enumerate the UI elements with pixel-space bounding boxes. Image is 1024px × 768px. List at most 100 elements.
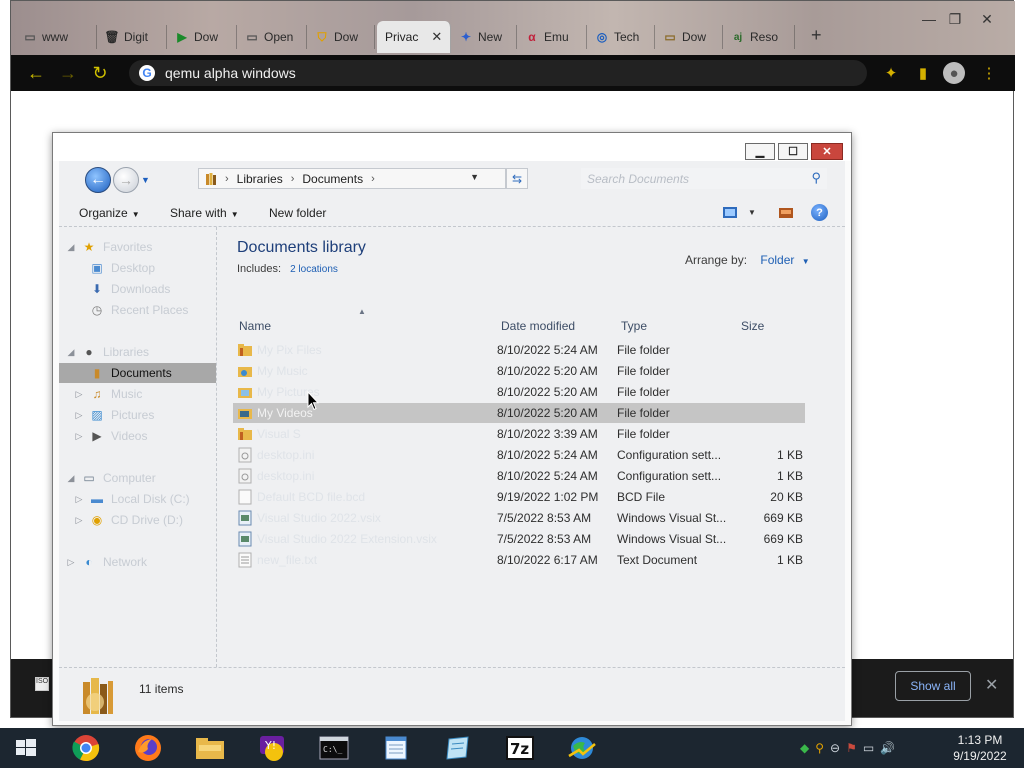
yahoo-messenger-icon[interactable]: Y! [256,732,288,764]
tab-10[interactable]: ▭ Dow [655,25,723,49]
nav-item-documents[interactable]: ▮ Documents [59,363,216,383]
back-arrow-icon[interactable]: ← [25,63,47,83]
nav-item-computer[interactable]: ◢ ▭ Computer [59,468,216,488]
tab-3[interactable]: ▶ Dow [167,25,237,49]
nav-item-libraries[interactable]: ◢ ● Libraries [59,342,216,362]
refresh-icon[interactable]: ⇆ [506,168,528,189]
tab-4[interactable]: ▭ Open [237,25,307,49]
show-all-button[interactable]: Show all [895,671,971,701]
file-row[interactable]: Default BCD file.bcd 9/19/2022 1:02 PM BCD… [233,487,805,507]
file-row[interactable]: Visual Studio 2022.vsix 7/5/2022 8:53 AM W… [233,508,805,528]
column-type[interactable]: Type [621,319,647,333]
side-panel-icon[interactable]: ▮ [913,63,933,83]
chevron-right-icon[interactable]: › [291,173,295,185]
preview-pane-icon[interactable] [777,204,795,221]
network-globe-icon[interactable] [566,732,598,764]
search-input[interactable]: Search Documents ⚲ [581,168,827,189]
network-icon[interactable]: ◆ [800,741,809,755]
firefox-icon[interactable] [132,732,164,764]
minimize-button[interactable]: ▁ [745,143,775,160]
file-row[interactable]: My Music 8/10/2022 5:20 AM File folder [233,361,805,381]
nav-item-music[interactable]: ▷ ♫ Music [59,384,216,404]
nav-item-videos[interactable]: ▷ ▶ Videos [59,426,216,446]
chevron-down-icon[interactable]: ▼ [470,172,479,182]
display-icon[interactable]: ▭ [863,741,874,755]
collapse-icon[interactable]: ◢ [65,347,77,358]
expand-icon[interactable]: ▷ [73,494,85,505]
arrange-by-dropdown[interactable]: Folder [760,253,794,267]
omnibox[interactable]: G qemu alpha windows [129,60,867,86]
column-name[interactable]: Name [239,319,271,333]
file-row[interactable]: Visual Studio 2022 Extension.vsix 7/5/202… [233,529,805,549]
file-row[interactable]: Visual S 8/10/2022 3:39 AM File folder [233,424,805,444]
close-button[interactable]: ✕ [811,143,843,160]
tab-9[interactable]: ◎ Tech [587,25,655,49]
address-bar[interactable]: › Libraries › Documents › ▼ [198,168,506,189]
cmd-icon[interactable]: C:\_ [318,732,350,764]
reload-icon[interactable]: ↻ [89,63,111,83]
tab-11[interactable]: aj Reso [723,25,795,49]
expand-icon[interactable]: ▷ [73,389,85,400]
wordpad-icon[interactable] [442,732,474,764]
expand-icon[interactable]: ▷ [65,557,77,568]
nav-item-network[interactable]: ▷ ◐ Network [59,552,216,572]
chrome-icon[interactable] [70,732,102,764]
share-with-button[interactable]: Share with ▼ [170,206,239,220]
search-icon[interactable]: ⚲ [811,170,821,186]
help-icon[interactable]: ? [811,204,828,221]
tab-2[interactable]: 🗑 Digit [97,25,167,49]
explorer-icon[interactable] [194,732,226,764]
7zip-icon[interactable]: 7z [504,732,536,764]
close-window-icon[interactable]: ✕ [977,11,997,27]
history-dropdown-icon[interactable]: ▼ [141,175,150,185]
search-icon[interactable]: ⚲ [815,741,824,755]
breadcrumb-documents[interactable]: Documents [302,172,363,186]
forward-arrow-icon[interactable]: → [57,63,79,83]
back-button[interactable]: ← [85,167,111,193]
new-folder-button[interactable]: New folder [269,206,326,220]
nav-item-desktop[interactable]: ▣ Desktop [59,258,216,278]
extensions-icon[interactable]: ✦ [881,63,901,83]
minimize-icon[interactable]: — [919,11,939,27]
file-row[interactable]: desktop.ini 8/10/2022 5:24 AM Configuratio… [233,466,805,486]
close-icon[interactable]: ✕ [985,675,998,695]
locations-link[interactable]: 2 locations [290,264,338,275]
column-size[interactable]: Size [741,319,764,333]
volume-icon[interactable]: 🔊 [880,741,895,755]
tab-1[interactable]: ▭ www [15,25,97,49]
clock[interactable]: 1:13 PM 9/19/2022 [948,732,1012,764]
maximize-button[interactable]: ☐ [778,143,808,160]
new-tab-button[interactable]: + [811,25,822,46]
breadcrumb-libraries[interactable]: Libraries [237,172,283,186]
nav-item-pictures[interactable]: ▷ ▨ Pictures [59,405,216,425]
expand-icon[interactable]: ▷ [73,515,85,526]
flag-icon[interactable]: ⚑ [846,741,857,755]
expand-icon[interactable]: ▷ [73,410,85,421]
nav-item-cd-drive-d[interactable]: ▷ ◉ CD Drive (D:) [59,510,216,530]
file-row[interactable]: new_file.txt 8/10/2022 6:17 AM Text Docume… [233,550,805,570]
column-date-modified[interactable]: Date modified [501,319,575,333]
view-icon[interactable] [721,204,739,221]
nav-item-local-disk-c[interactable]: ▷ ▬ Local Disk (C:) [59,489,216,509]
tab-5[interactable]: ⛉ Dow [307,25,375,49]
nav-item-recent-places[interactable]: ◷ Recent Places [59,300,216,320]
expand-icon[interactable]: ▷ [73,431,85,442]
status-icon[interactable]: ⊖ [830,741,840,755]
file-row[interactable]: desktop.ini 8/10/2022 5:24 AM Configuratio… [233,445,805,465]
start-icon[interactable] [10,732,42,764]
menu-icon[interactable]: ⋮ [979,63,999,83]
organize-button[interactable]: Organize ▼ [79,206,140,220]
profile-avatar-icon[interactable]: ● [943,62,965,84]
nav-item-favorites[interactable]: ◢ ★ Favorites [59,237,216,257]
forward-button[interactable]: → [113,167,139,193]
chevron-down-icon[interactable]: ▼ [802,257,810,266]
tab-8[interactable]: α Emu [517,25,587,49]
notepad-icon[interactable] [380,732,412,764]
file-row[interactable]: My Pix Files 8/10/2022 5:24 AM File folder [233,340,805,360]
tab-7[interactable]: ✦ New [451,25,517,49]
collapse-icon[interactable]: ◢ [65,473,77,484]
chevron-right-icon[interactable]: › [371,173,375,185]
collapse-icon[interactable]: ◢ [65,242,77,253]
chevron-down-icon[interactable]: ▼ [743,204,761,221]
maximize-icon[interactable]: ❐ [945,11,965,27]
